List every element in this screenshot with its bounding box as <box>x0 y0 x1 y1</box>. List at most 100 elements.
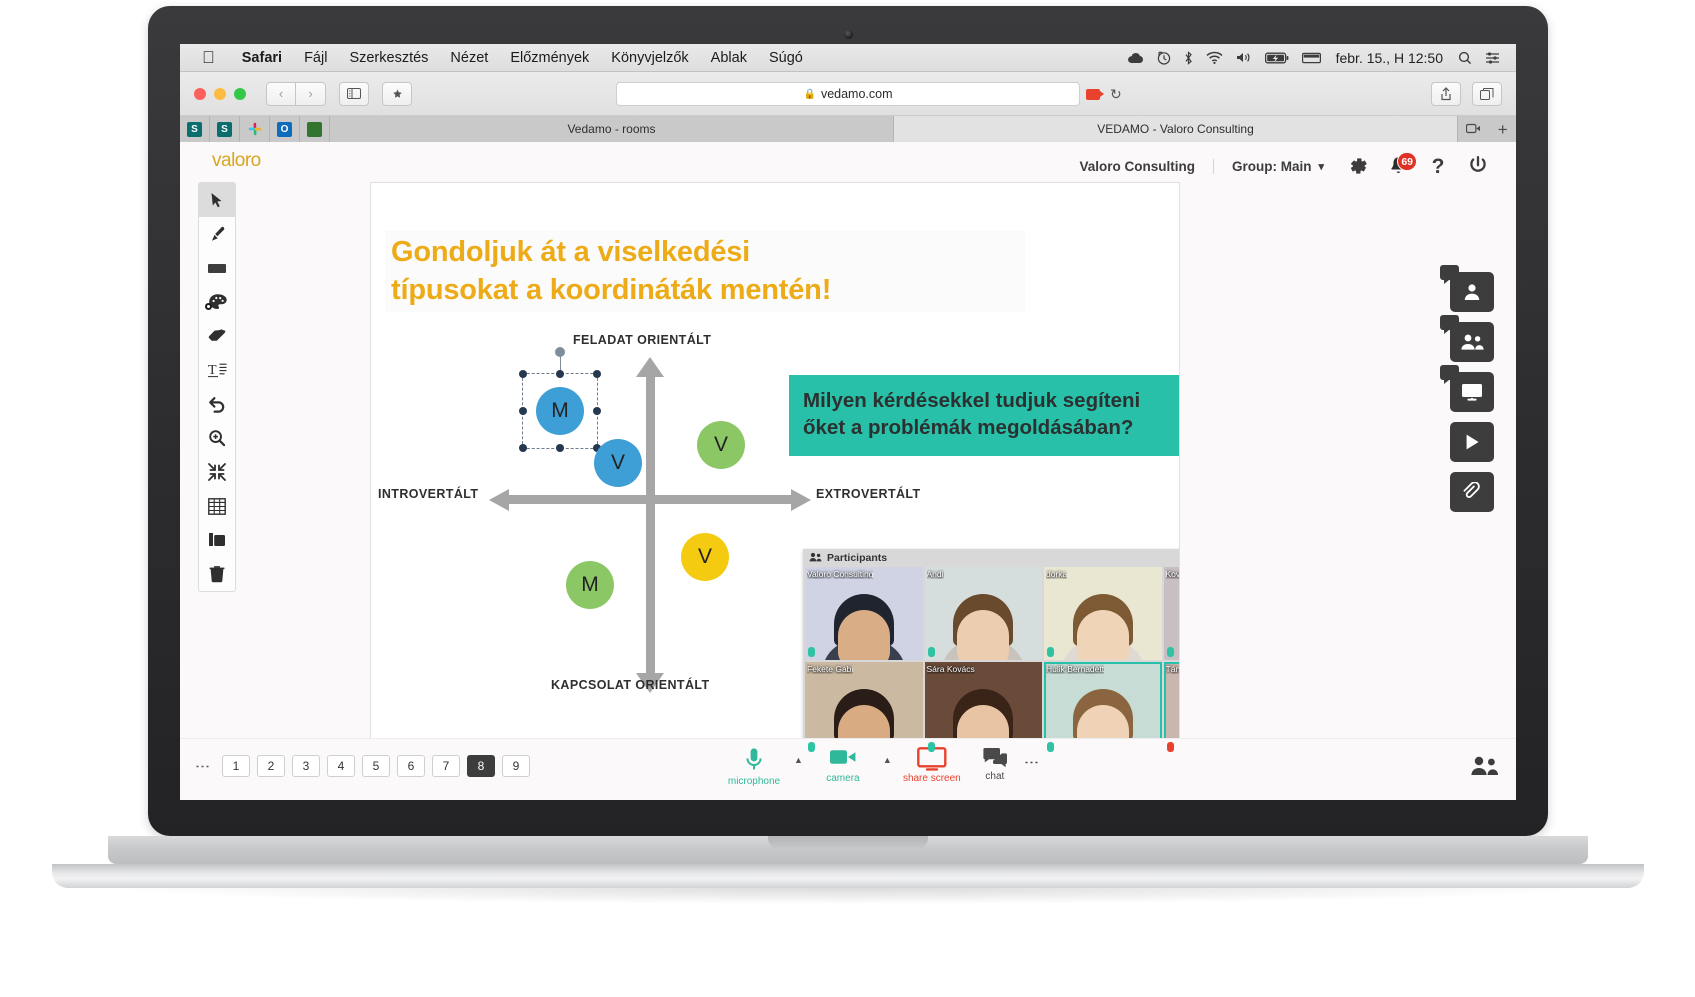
tabs-overview-button[interactable] <box>1472 82 1502 106</box>
slack-favicon[interactable] <box>240 116 270 142</box>
tab-vedamo-valoro-consulting[interactable]: VEDAMO - Valoro Consulting <box>894 116 1458 142</box>
url-bar[interactable]: 🔒 vedamo.com <box>616 82 1080 106</box>
microphone-options-caret[interactable]: ▲ <box>794 755 803 765</box>
wifi-icon[interactable] <box>1206 51 1223 64</box>
resize-handle-s[interactable] <box>556 444 564 452</box>
more-options-menu[interactable]: ⋮ <box>1022 755 1040 770</box>
menu-item-safari[interactable]: Safari <box>231 50 293 66</box>
callout-box[interactable]: Milyen kérdésekkel tudjuk segíteni őket … <box>789 375 1179 457</box>
outlook-favicon[interactable]: O <box>270 116 300 142</box>
eraser-tool[interactable] <box>199 319 235 353</box>
group-selector[interactable]: Group: Main ▾ <box>1212 158 1338 174</box>
keyboard-input-icon[interactable] <box>1301 52 1321 64</box>
menu-item-elozmenyek[interactable]: Előzmények <box>499 50 600 66</box>
logout-button[interactable] <box>1458 154 1498 178</box>
brush-tool[interactable] <box>199 217 235 251</box>
all-participants-button[interactable] <box>1440 315 1494 362</box>
resize-handle-ne[interactable] <box>593 370 601 378</box>
resize-handle-w[interactable] <box>519 407 527 415</box>
share-screen-button[interactable]: share screen <box>896 747 968 784</box>
time-machine-icon[interactable] <box>1157 51 1171 65</box>
grid-tool[interactable] <box>199 489 235 523</box>
new-tab-button[interactable]: + <box>1498 121 1508 138</box>
page-button-6[interactable]: 6 <box>397 755 425 777</box>
share-button[interactable] <box>1431 82 1461 106</box>
participants-toggle-button[interactable] <box>1470 755 1500 782</box>
play-media-button[interactable] <box>1450 422 1494 462</box>
forward-button[interactable]: › <box>296 81 326 106</box>
battery-charging-icon[interactable] <box>1264 52 1289 64</box>
notifications-button[interactable]: 69 <box>1378 152 1418 177</box>
undo-tool[interactable] <box>199 387 235 421</box>
menubar-clock[interactable]: febr. 15., H 12:50 <box>1334 50 1445 66</box>
attachments-button[interactable] <box>1450 472 1494 512</box>
menu-item-ablak[interactable]: Ablak <box>700 50 758 66</box>
tab-vedamo-rooms[interactable]: Vedamo - rooms <box>330 116 894 142</box>
select-tool[interactable] <box>199 183 235 217</box>
share-screen-button[interactable] <box>1440 365 1494 412</box>
settings-button[interactable] <box>1338 155 1378 177</box>
resize-handle-n[interactable] <box>556 370 564 378</box>
participant-tile[interactable]: dorka <box>1044 567 1162 660</box>
fit-to-screen-tool[interactable] <box>199 455 235 489</box>
sidebar-toggle-icon[interactable] <box>339 81 369 106</box>
page-button-5[interactable]: 5 <box>362 755 390 777</box>
sharepoint-favicon[interactable]: S <box>180 116 210 142</box>
menu-item-fajl[interactable]: Fájl <box>293 50 338 66</box>
page-button-1[interactable]: 1 <box>222 755 250 777</box>
zoom-tool[interactable] <box>199 421 235 455</box>
participant-tile[interactable]: Kovcsik Réka <box>1163 567 1179 660</box>
cloud-icon[interactable] <box>1127 52 1144 64</box>
close-window-button[interactable] <box>194 87 206 100</box>
apple-logo-icon[interactable]:  <box>202 49 215 66</box>
diagram-node-m-blue[interactable]: M <box>536 387 584 435</box>
page-button-2[interactable]: 2 <box>257 755 285 777</box>
page-button-8[interactable]: 8 <box>467 755 495 777</box>
help-button[interactable]: ? <box>1418 155 1458 177</box>
page-button-3[interactable]: 3 <box>292 755 320 777</box>
color-palette-tool[interactable] <box>199 285 235 319</box>
diagram-node-m-green[interactable]: M <box>566 561 614 609</box>
text-tool[interactable]: T <box>199 353 235 387</box>
resize-handle-nw[interactable] <box>519 370 527 378</box>
page-button-7[interactable]: 7 <box>432 755 460 777</box>
control-center-icon[interactable] <box>1485 51 1500 64</box>
camera-button[interactable]: camera <box>807 747 879 784</box>
chat-button[interactable]: chat <box>972 747 1018 782</box>
pagination-overflow-menu[interactable]: ⋮ <box>190 759 215 774</box>
rotate-handle[interactable] <box>555 347 565 357</box>
sharepoint-favicon[interactable]: S <box>210 116 240 142</box>
volume-icon[interactable] <box>1236 51 1252 64</box>
resize-handle-sw[interactable] <box>519 444 527 452</box>
menu-item-konyvjelzok[interactable]: Könyvjelzők <box>600 50 699 66</box>
reload-button[interactable]: ↻ <box>1110 86 1122 103</box>
diagram-node-v-yellow[interactable]: V <box>681 533 729 581</box>
participant-tile[interactable]: Valoro Consulting <box>805 567 923 660</box>
layers-tool[interactable] <box>199 523 235 557</box>
tab-camera-icon[interactable] <box>1466 122 1481 137</box>
maximize-window-button[interactable] <box>234 87 246 100</box>
camera-options-caret[interactable]: ▲ <box>883 755 892 765</box>
participant-tile[interactable]: Andi <box>924 567 1042 660</box>
menu-item-sugo[interactable]: Súgó <box>758 50 814 66</box>
planner-favicon[interactable] <box>300 116 330 142</box>
favorites-star-icon[interactable] <box>382 81 412 106</box>
menu-item-nezet[interactable]: Nézet <box>439 50 499 66</box>
single-participant-button[interactable] <box>1440 265 1494 312</box>
whiteboard-canvas[interactable]: Gondoljuk át a viselkedési típusokat a k… <box>370 182 1180 782</box>
microphone-button[interactable]: microphone <box>718 747 790 787</box>
search-icon[interactable] <box>1458 51 1472 65</box>
diagram-node-v-blue[interactable]: V <box>594 439 642 487</box>
diagram-node-v-green[interactable]: V <box>697 421 745 469</box>
back-button[interactable]: ‹ <box>266 81 296 106</box>
shape-rectangle-tool[interactable] <box>199 251 235 285</box>
menu-item-szerkesztes[interactable]: Szerkesztés <box>338 50 439 66</box>
page-button-9[interactable]: 9 <box>502 755 530 777</box>
minimize-window-button[interactable] <box>214 87 226 100</box>
delete-tool[interactable] <box>199 557 235 591</box>
bluetooth-icon[interactable] <box>1184 50 1193 65</box>
page-button-4[interactable]: 4 <box>327 755 355 777</box>
participants-panel[interactable]: Participants Valoro Consulting Andi dork… <box>803 549 1179 757</box>
resize-handle-e[interactable] <box>593 407 601 415</box>
camera-active-icon[interactable] <box>1086 89 1104 100</box>
